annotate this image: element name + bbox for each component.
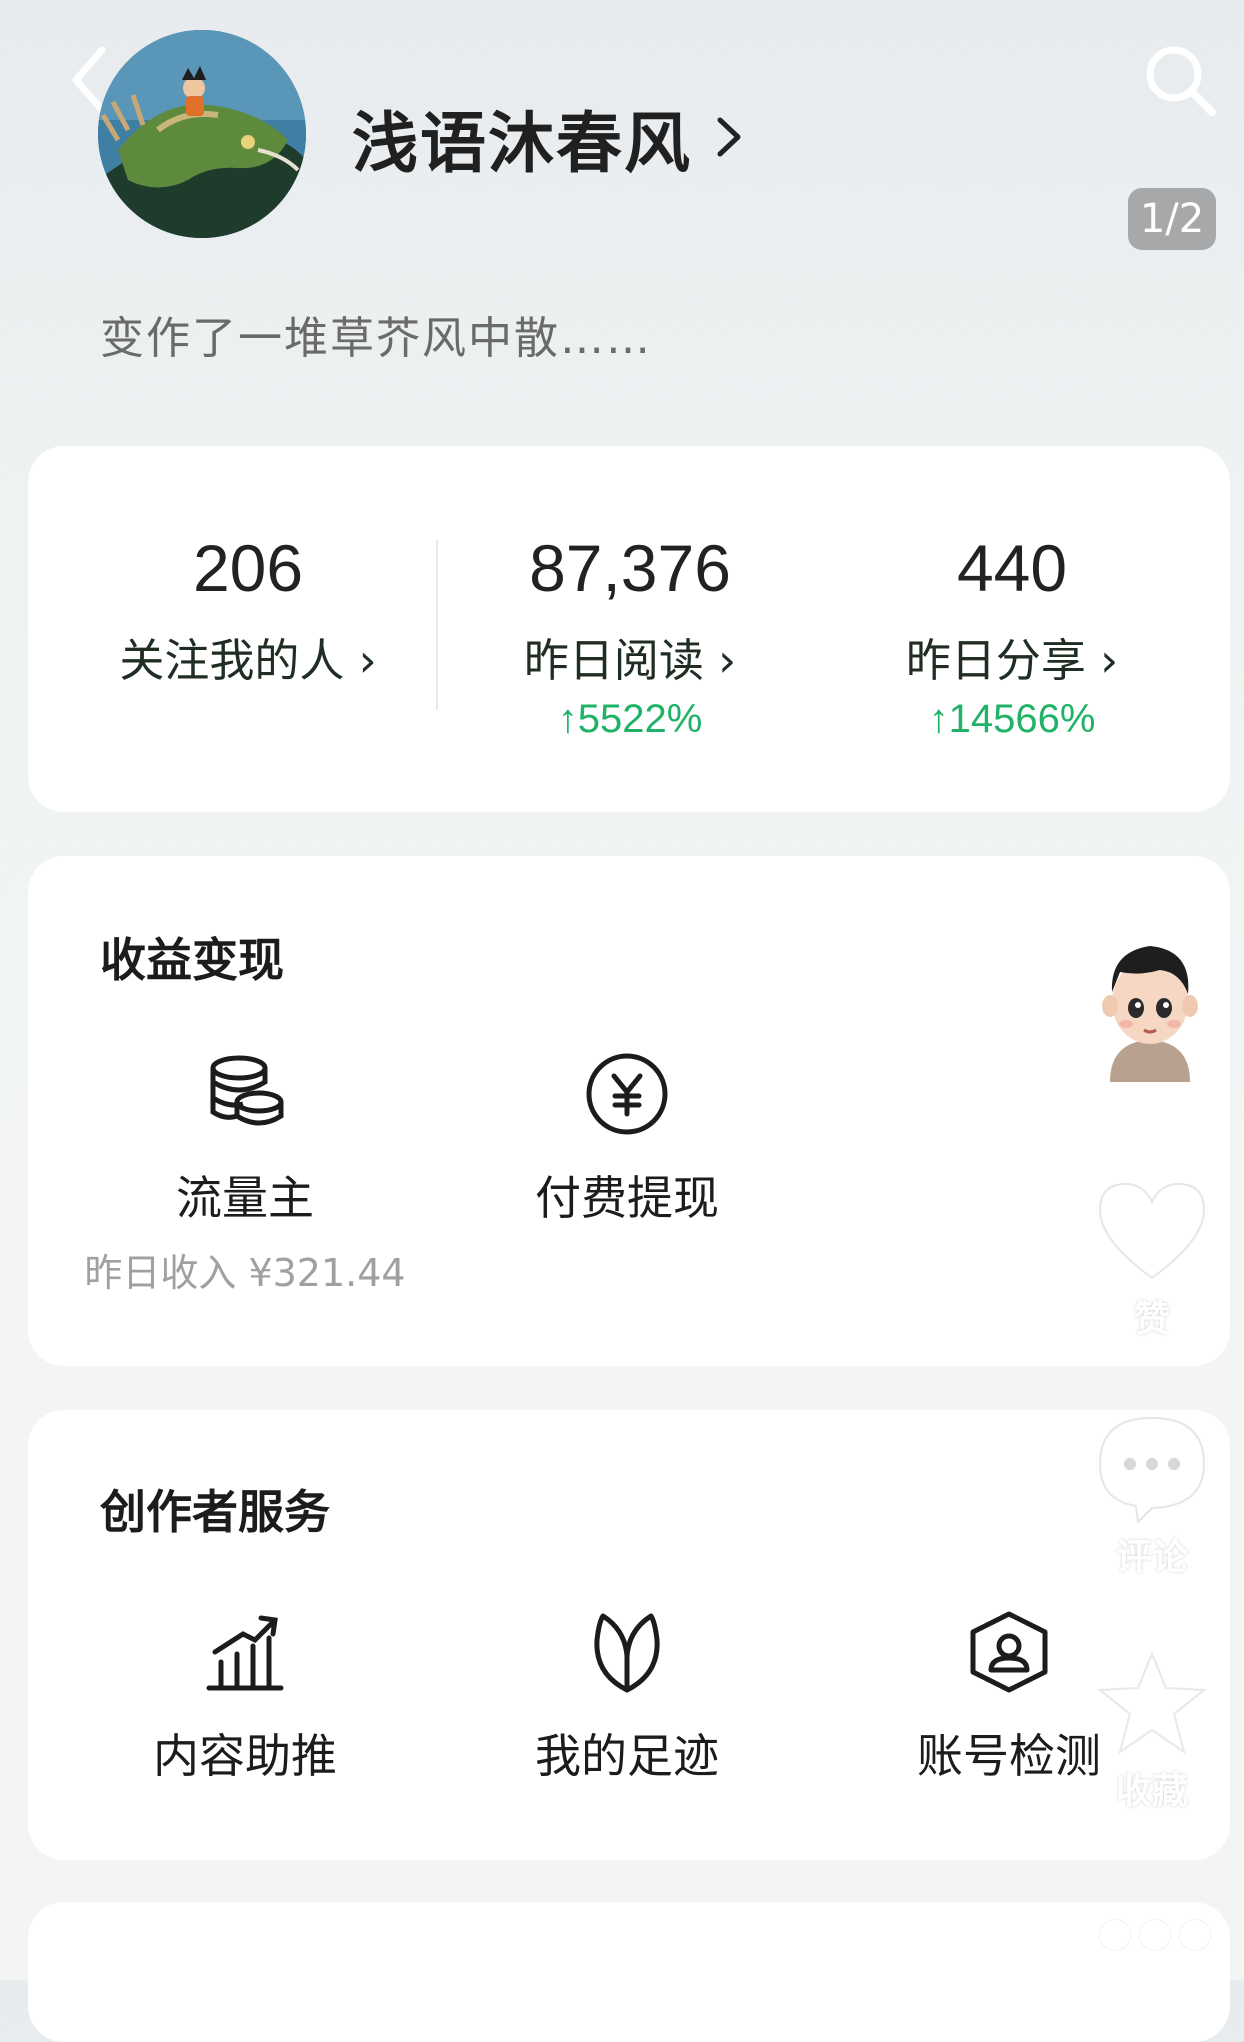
stat-trend: ↑14566% bbox=[928, 697, 1096, 741]
stat-value: 206 bbox=[192, 531, 304, 605]
user-bio: 变作了一堆草芥风中散…… bbox=[100, 313, 652, 364]
stat-shares[interactable]: 440 昨日分享 › ↑14566% bbox=[822, 530, 1202, 742]
comment-button[interactable]: 评论 bbox=[1092, 1412, 1212, 1580]
tool-label: 内容助推 bbox=[153, 1729, 337, 1783]
page-indicator: 1/2 bbox=[1128, 188, 1216, 250]
favorite-button[interactable]: 收藏 bbox=[1092, 1648, 1212, 1814]
username[interactable]: 浅语沐春风 bbox=[352, 90, 692, 186]
sprout-icon bbox=[594, 1613, 660, 1693]
star-icon bbox=[1097, 1651, 1207, 1755]
growth-chart-icon bbox=[206, 1615, 284, 1691]
comment-bubble-icon bbox=[1098, 1416, 1206, 1525]
account-shield-icon bbox=[970, 1611, 1048, 1693]
tool-sub-text: 昨日收入 ¥321.44 bbox=[84, 1251, 406, 1295]
more-dot-icon bbox=[1180, 1920, 1210, 1950]
more-options-button[interactable] bbox=[1100, 1918, 1210, 1952]
stat-label: 昨日阅读 › bbox=[523, 634, 737, 687]
like-button[interactable]: 赞 bbox=[1092, 1176, 1212, 1342]
stat-label: 昨日分享 › bbox=[905, 634, 1119, 687]
like-label: 赞 bbox=[1133, 1299, 1170, 1340]
favorite-label: 收藏 bbox=[1115, 1771, 1188, 1812]
cartoon-boy-icon bbox=[1102, 946, 1198, 1082]
paid-withdraw-tool[interactable]: 付费提现 bbox=[462, 1052, 792, 1228]
income-section-title: 收益变现 bbox=[100, 933, 284, 987]
profile-chevron-icon[interactable] bbox=[712, 112, 746, 162]
my-footprint-tool[interactable]: 我的足迹 bbox=[462, 1610, 792, 1786]
stat-value: 87,376 bbox=[529, 531, 731, 605]
user-avatar[interactable] bbox=[98, 30, 306, 238]
search-button[interactable] bbox=[1140, 40, 1220, 120]
stat-value: 440 bbox=[956, 531, 1068, 605]
search-icon bbox=[1146, 46, 1216, 116]
coins-icon bbox=[210, 1055, 284, 1126]
next-section-card bbox=[28, 1902, 1230, 2042]
stat-label: 关注我的人 › bbox=[119, 634, 377, 687]
dragon-avatar-image bbox=[98, 30, 306, 238]
stat-reads[interactable]: 87,376 昨日阅读 › ↑5522% bbox=[440, 530, 820, 742]
content-boost-tool[interactable]: 内容助推 bbox=[80, 1610, 410, 1786]
more-dot-icon bbox=[1140, 1920, 1170, 1950]
stat-trend: ↑5522% bbox=[557, 697, 703, 741]
heart-icon bbox=[1098, 1182, 1206, 1280]
yen-icon bbox=[586, 1053, 668, 1135]
traffic-owner-tool[interactable]: 流量主 昨日收入 ¥321.44 bbox=[80, 1052, 410, 1297]
more-dot-icon bbox=[1100, 1920, 1130, 1950]
comment-label: 评论 bbox=[1115, 1537, 1188, 1578]
tool-label: 付费提现 bbox=[535, 1171, 719, 1225]
stat-followers[interactable]: 206 关注我的人 › bbox=[58, 530, 438, 689]
assistant-avatar[interactable] bbox=[1100, 932, 1200, 1082]
tool-label: 流量主 bbox=[176, 1171, 314, 1225]
creator-section-title: 创作者服务 bbox=[100, 1485, 330, 1539]
tool-label: 我的足迹 bbox=[535, 1729, 719, 1783]
